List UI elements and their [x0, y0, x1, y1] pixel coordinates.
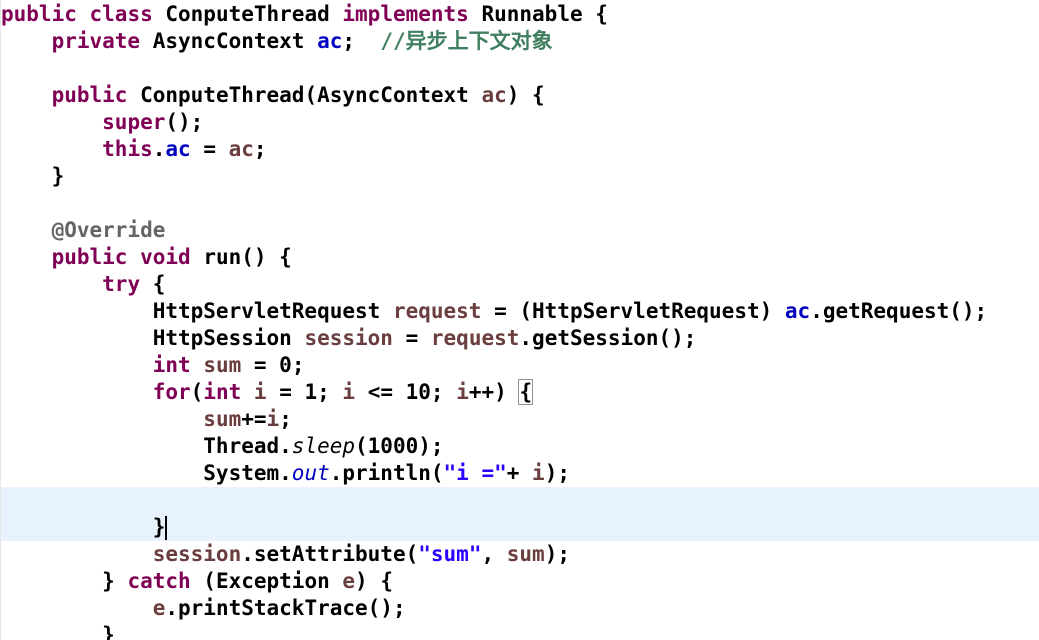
- matching-bracket: {: [518, 379, 534, 405]
- code-comment: //异步上下文对象: [380, 29, 553, 53]
- code-line: public void run() {: [51, 245, 292, 269]
- code-line: public ConputeThread(AsyncContext ac) {: [51, 83, 545, 107]
- code-line: public class ConputeThread implements Ru…: [1, 2, 608, 26]
- code-line: Thread.sleep(1000);: [1, 434, 444, 458]
- code-line: System.out.println("i ="+ i);: [1, 461, 570, 485]
- code-string: "sum": [418, 542, 482, 566]
- code-line: }: [1, 164, 65, 188]
- code-line: }: [1, 623, 115, 640]
- code-line: } catch (Exception e) {: [1, 569, 393, 593]
- code-line-current: }: [1, 514, 1039, 541]
- code-editor[interactable]: public class ConputeThread implements Ru…: [0, 0, 1039, 640]
- code-line: try {: [102, 272, 166, 296]
- code-line: HttpSession session = request.getSession…: [1, 326, 697, 350]
- code-line: private AsyncContext ac; //异步上下文对象: [51, 29, 553, 53]
- code-line: sum+=i;: [203, 407, 292, 431]
- code-line: e.printStackTrace();: [152, 596, 406, 620]
- code-line: session.setAttribute("sum", sum);: [152, 542, 570, 566]
- text-caret: [165, 516, 168, 540]
- current-line-highlight: [1, 487, 1039, 514]
- code-line: HttpServletRequest request = (HttpServle…: [1, 299, 988, 323]
- code-string: "i =": [443, 461, 507, 485]
- code-line: for(int i = 1; i <= 10; i++) {: [152, 379, 534, 405]
- code-line: int sum = 0;: [152, 353, 305, 377]
- code-line: super();: [102, 110, 204, 134]
- code-line: this.ac = ac;: [102, 137, 267, 161]
- code-line: @Override: [51, 218, 166, 242]
